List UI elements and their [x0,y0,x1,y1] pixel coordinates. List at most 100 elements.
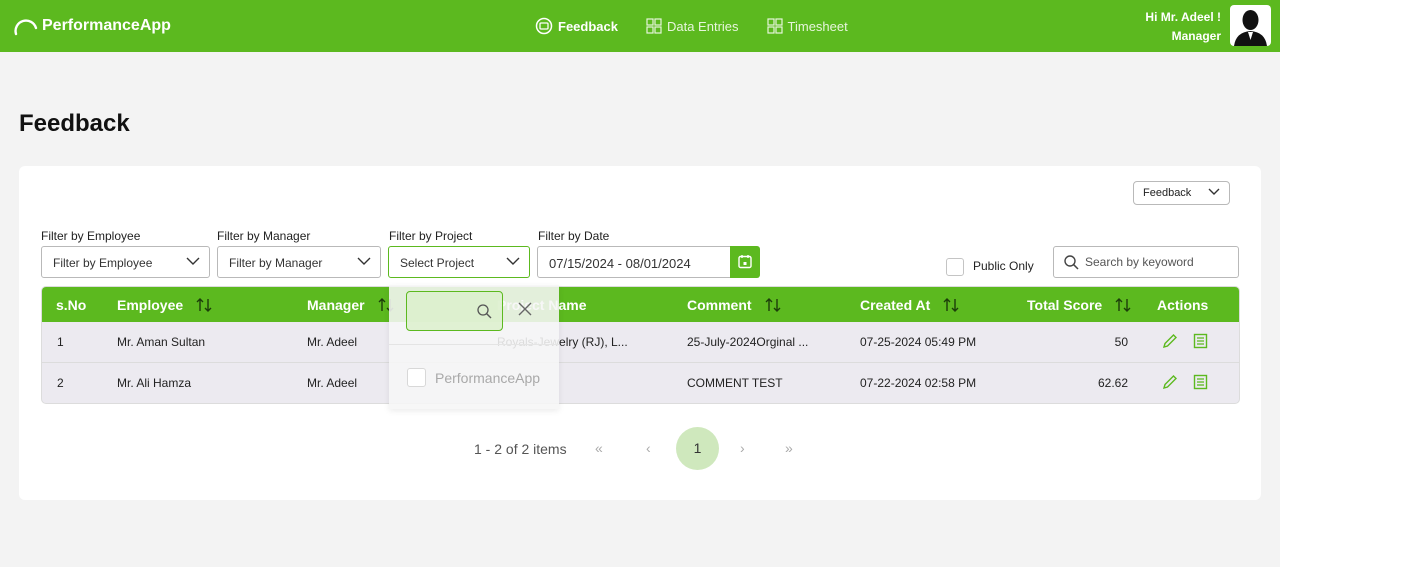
last-page-button[interactable]: » [785,440,793,456]
filter-manager-select[interactable]: Filter by Manager [217,246,381,278]
top-navbar: PerformanceApp Feedback Data Entries Tim… [0,0,1280,52]
search-input[interactable] [1083,254,1237,270]
keyword-search [1053,246,1239,278]
cell-manager: Mr. Adeel [307,335,358,349]
cell-manager: Mr. Adeel [307,376,358,390]
pencil-icon [1162,375,1177,390]
filter-date-label: Filter by Date [538,229,610,243]
chevron-down-icon [506,257,520,265]
edit-button[interactable] [1162,374,1178,395]
table-row[interactable]: 2 Mr. Ali Hamza Mr. Adeel COMMENT TEST 0… [42,363,1239,403]
cell-comment: 25-July-2024Orginal ... [687,335,809,349]
col-actions: Actions [1157,297,1208,313]
search-icon [477,304,492,319]
col-comment-label: Comment [687,297,752,313]
type-select-value: Feedback [1143,187,1192,199]
chevron-down-icon [186,257,200,265]
project-search-input[interactable] [406,291,503,331]
feedback-type-select[interactable]: Feedback [1133,181,1230,205]
nav-item-feedback[interactable]: Feedback [535,17,618,35]
nav-item-data-entries[interactable]: Data Entries [646,18,739,34]
table-header: s.No Employee Manager Project Name Comme… [42,287,1239,322]
cell-total-score: 62.62 [1097,376,1128,390]
filter-employee-value: Filter by Employee [53,256,153,270]
col-manager[interactable]: Manager [307,297,394,313]
user-silhouette-icon [1234,10,1267,46]
sort-icon[interactable] [943,297,959,313]
table-row[interactable]: 1 Mr. Aman Sultan Mr. Adeel Royals-Jewel… [42,322,1239,363]
col-total-score[interactable]: Total Score [1027,297,1131,313]
filter-manager-value: Filter by Manager [229,256,323,270]
feedback-icon [535,17,553,35]
edit-button[interactable] [1162,333,1178,354]
first-page-button[interactable]: « [595,440,603,456]
details-button[interactable] [1193,374,1208,395]
user-info[interactable]: Hi Mr. Adeel ! Manager [1145,8,1221,46]
app-logo[interactable]: PerformanceApp [14,16,171,36]
pencil-icon [1162,334,1177,349]
filter-employee-select[interactable]: Filter by Employee [41,246,210,278]
cell-total-score: 50 [1114,335,1128,349]
project-dropdown-panel: PerformanceApp [389,285,559,409]
chevron-down-icon [357,257,371,265]
sort-icon[interactable] [196,297,212,313]
col-score-label: Total Score [1027,297,1103,313]
cell-comment: COMMENT TEST [687,376,783,390]
nav-label-data-entries: Data Entries [666,18,739,34]
user-greeting: Hi Mr. Adeel ! [1145,10,1221,24]
page-1-button[interactable]: 1 [676,427,719,470]
cell-created-at: 07-25-2024 05:49 PM [860,335,977,349]
filter-project-value: Select Project [400,256,475,270]
col-employee[interactable]: Employee [117,297,212,313]
public-only-label: Public Only [973,259,1034,273]
public-only-checkbox[interactable] [946,258,964,276]
nav-label-feedback: Feedback [558,18,618,34]
sort-icon[interactable] [1115,297,1131,313]
grid-icon [646,18,662,34]
cell-employee: Mr. Aman Sultan [117,335,206,349]
details-button[interactable] [1193,333,1208,354]
window-right-margin [1280,0,1423,567]
dropdown-divider [389,344,559,345]
col-sno-label: s.No [56,297,87,313]
filter-manager-label: Filter by Manager [217,229,311,243]
prev-page-button[interactable]: ‹ [646,440,651,456]
pagination-info: 1 - 2 of 2 items [474,441,567,457]
close-icon[interactable] [518,302,532,321]
next-page-button[interactable]: › [740,440,745,456]
document-icon [1193,333,1208,349]
filter-project-label: Filter by Project [389,229,473,243]
main-nav: Feedback Data Entries Timesheet [535,0,876,52]
search-icon [1064,255,1079,270]
app-name: PerformanceApp [42,17,171,34]
grid-icon [766,18,783,34]
col-manager-label: Manager [307,297,365,313]
chevron-down-icon [1208,188,1220,195]
calendar-icon [738,255,752,269]
date-picker-button[interactable] [730,246,760,278]
filter-date-input[interactable]: 07/15/2024 - 08/01/2024 [537,246,731,278]
col-comment[interactable]: Comment [687,297,781,313]
nav-item-timesheet[interactable]: Timesheet [766,18,848,34]
feedback-table: s.No Employee Manager Project Name Comme… [41,286,1240,404]
col-created-at[interactable]: Created At [860,297,959,313]
filter-project-select[interactable]: Select Project [388,246,530,278]
document-icon [1193,374,1208,390]
col-actions-label: Actions [1157,297,1209,313]
filter-employee-label: Filter by Employee [41,229,141,243]
col-employee-label: Employee [117,297,184,313]
col-sno: s.No [56,297,86,313]
sort-icon[interactable] [765,297,781,313]
cell-created-at: 07-22-2024 02:58 PM [860,376,977,390]
col-created-label: Created At [860,297,931,313]
filter-date-value: 07/15/2024 - 08/01/2024 [549,256,691,271]
nav-label-timesheet: Timesheet [787,18,848,34]
user-role: Manager [1171,29,1221,43]
avatar[interactable] [1230,5,1271,46]
logo-icon [14,19,38,36]
project-option-label[interactable]: PerformanceApp [435,370,540,386]
page-title: Feedback [19,110,130,137]
cell-employee: Mr. Ali Hamza [117,376,192,390]
cell-sno: 1 [57,335,64,349]
project-option-checkbox[interactable] [407,368,426,387]
